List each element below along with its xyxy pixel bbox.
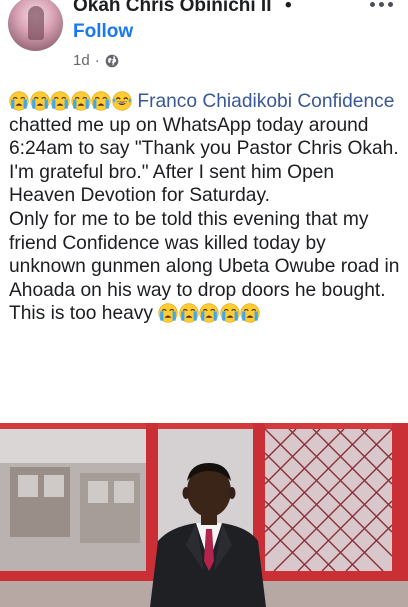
meta-dot: · (94, 52, 100, 69)
body-text-3: This is too heavy (9, 303, 153, 325)
crying-emoji-icon (179, 303, 199, 323)
globe-icon (105, 54, 118, 67)
photo-scene (0, 423, 408, 607)
post-paragraph-1: Franco Chiadikobi Confidence chatted me … (9, 90, 405, 208)
avatar-figure (28, 6, 44, 40)
name-separator: • (285, 0, 292, 16)
post-photo[interactable] (0, 423, 408, 607)
post-meta: 1d · (73, 52, 119, 69)
body-text-1: chatted me up on WhatsApp today around 6… (9, 114, 399, 207)
crying-emoji-icon (50, 91, 70, 111)
crying-emoji-icon (240, 303, 260, 323)
crying-emoji-icon (30, 91, 50, 111)
post-text: Franco Chiadikobi Confidence chatted me … (9, 90, 405, 326)
post-paragraph-2: Only for me to be told this evening that… (9, 208, 400, 301)
laughing-emoji-icon (112, 91, 132, 111)
crying-emoji-icon (199, 303, 219, 323)
avatar[interactable] (8, 0, 63, 51)
tagged-person-link[interactable]: Franco Chiadikobi Confidence (137, 91, 394, 112)
crying-emoji-icon (9, 91, 29, 111)
post-header: Okah Chris Obinichi II • Follow 1d · (0, 0, 408, 80)
crying-emoji-icon (91, 91, 111, 111)
follow-button[interactable]: Follow (73, 21, 133, 43)
crying-emoji-icon (158, 303, 178, 323)
crying-emoji-icon (71, 91, 91, 111)
crying-emoji-icon (220, 303, 240, 323)
author-name[interactable]: Okah Chris Obinichi II (73, 0, 271, 17)
post-time[interactable]: 1d (73, 52, 90, 69)
more-options-icon[interactable] (364, 0, 400, 14)
post-paragraph-3: This is too heavy (9, 302, 405, 326)
